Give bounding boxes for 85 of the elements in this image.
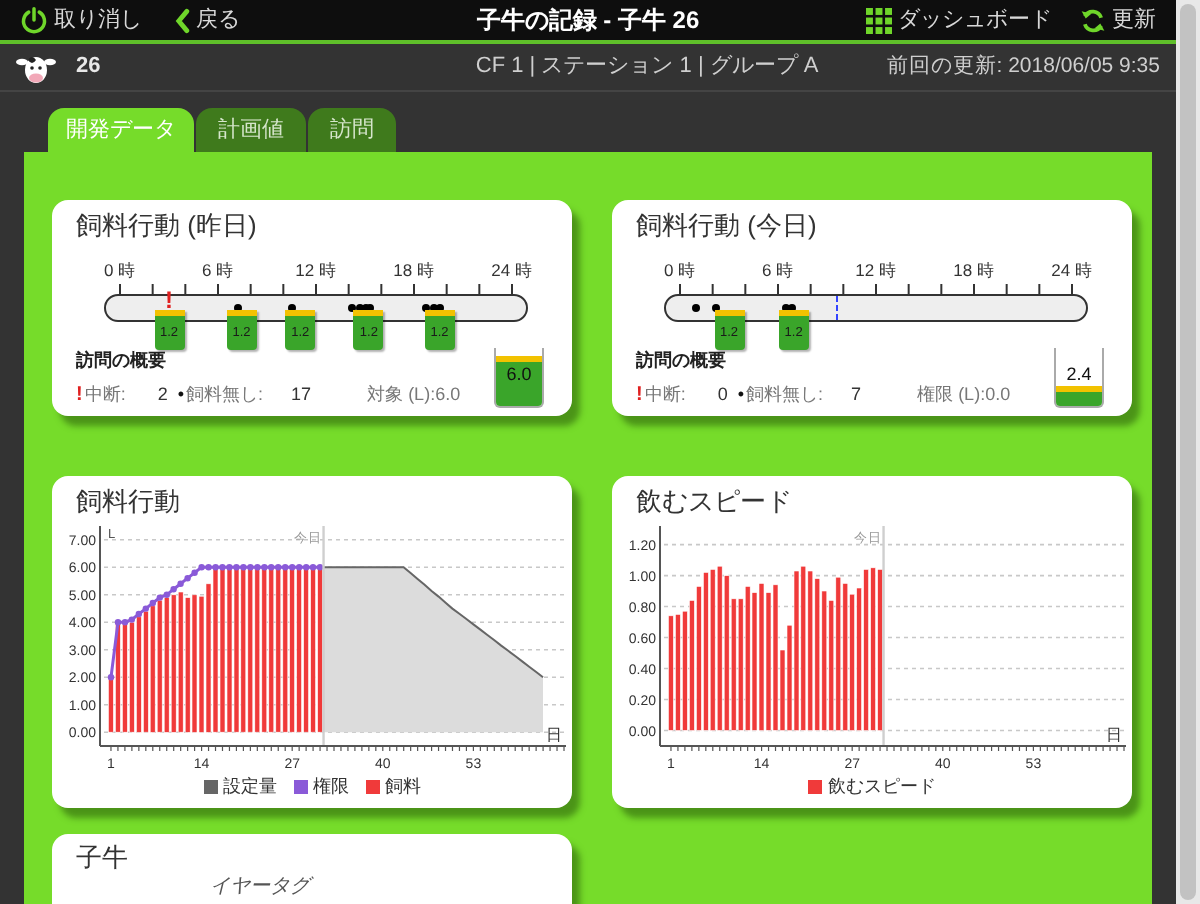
point: [261, 564, 268, 571]
summary-value: 7: [851, 381, 862, 408]
legend-label: 権限: [313, 774, 349, 800]
no-feed-mark: •: [737, 381, 745, 408]
power-icon: [20, 6, 48, 34]
grid-icon: [866, 7, 892, 33]
point: [135, 610, 142, 618]
tab[interactable]: 計画値: [196, 108, 306, 152]
legend-label: 飲むスピード: [828, 774, 936, 800]
toolbar-button[interactable]: 戻る: [174, 3, 240, 37]
interrupt-mark: !: [76, 382, 83, 410]
location-text: CF 1 | ステーション 1 | グループ A: [475, 51, 819, 83]
point: [163, 591, 170, 598]
point: [233, 564, 240, 571]
hour-label: 12 時: [855, 262, 897, 279]
interrupt-mark: !: [165, 288, 173, 312]
last-update-text: 前回の更新: 2018/06/05 9:35: [886, 51, 1160, 82]
card-title: 飼料行動 (今日): [636, 210, 819, 242]
summary-target: 権限 (L):0.0: [917, 381, 1011, 408]
hour-label: 12 時: [295, 262, 337, 279]
window-title: 子牛の記録 - 子牛 26: [476, 4, 700, 38]
toolbar-button[interactable]: 取り消し: [20, 3, 142, 37]
summary-title: 訪問の概要: [636, 347, 728, 373]
point: [289, 564, 296, 571]
x-axis-title: 日: [546, 726, 562, 744]
point: [247, 564, 254, 571]
point: [268, 564, 275, 571]
point: [254, 564, 261, 571]
hour-label: 18 時: [953, 262, 995, 279]
hour-label: 6 時: [761, 262, 795, 279]
point: [219, 564, 226, 571]
card-title: 飼料行動 (昨日): [76, 210, 259, 242]
summary-value: 17: [291, 381, 312, 408]
summary-value: 0: [717, 381, 728, 408]
x-axis-title: 日: [1106, 726, 1122, 744]
hour-label: 0 時: [103, 262, 137, 279]
hour-label: 0 時: [663, 262, 697, 279]
summary-value: 2: [157, 381, 168, 408]
jug-reading: 2.4: [1064, 366, 1094, 384]
point: [226, 564, 233, 571]
jug-reading: 6.0: [504, 366, 534, 384]
point: [114, 619, 122, 626]
field-label: イヤータグ: [210, 876, 316, 900]
hour-label: 24 時: [491, 262, 533, 279]
chevron-left-icon: [174, 7, 190, 33]
point: [184, 575, 191, 582]
point: [282, 564, 289, 571]
interrupt-mark: !: [636, 382, 643, 410]
point: [191, 569, 198, 576]
chart-title: 飲むスピード: [634, 486, 794, 518]
point: [170, 586, 177, 593]
refresh-icon: [1080, 7, 1106, 33]
chart-title: 飼料行動: [74, 486, 182, 518]
point: [296, 564, 303, 571]
hour-label: 18 時: [393, 262, 435, 279]
point: [128, 616, 135, 623]
point: [121, 619, 129, 626]
point: [205, 564, 212, 571]
no-feed-mark: •: [177, 381, 185, 408]
legend-label: 設定量: [223, 774, 277, 800]
summary-label: 飼料無し:: [746, 381, 824, 408]
point: [142, 605, 149, 612]
toolbar-button[interactable]: 更新: [1080, 3, 1156, 37]
calf-number: 26: [76, 52, 101, 83]
summary-target: 対象 (L):6.0: [367, 381, 461, 408]
summary-label: 飼料無し:: [186, 381, 264, 408]
point: [149, 599, 156, 607]
summary-label: 中断:: [644, 381, 686, 408]
point: [107, 674, 115, 681]
point: [303, 564, 310, 571]
point: [309, 564, 317, 571]
card-title: 子牛: [76, 842, 130, 874]
hour-label: 24 時: [1051, 262, 1093, 279]
tab[interactable]: 訪問: [308, 108, 396, 152]
point: [156, 594, 163, 601]
point: [212, 564, 219, 571]
summary-title: 訪問の概要: [76, 347, 168, 373]
legend-label: 飼料: [385, 774, 421, 800]
point: [198, 564, 205, 571]
point: [177, 580, 184, 587]
summary-label: 中断:: [84, 381, 126, 408]
hour-label: 6 時: [201, 262, 235, 279]
point: [240, 564, 247, 571]
point: [275, 564, 282, 571]
toolbar-button[interactable]: ダッシュボード: [866, 3, 1052, 37]
